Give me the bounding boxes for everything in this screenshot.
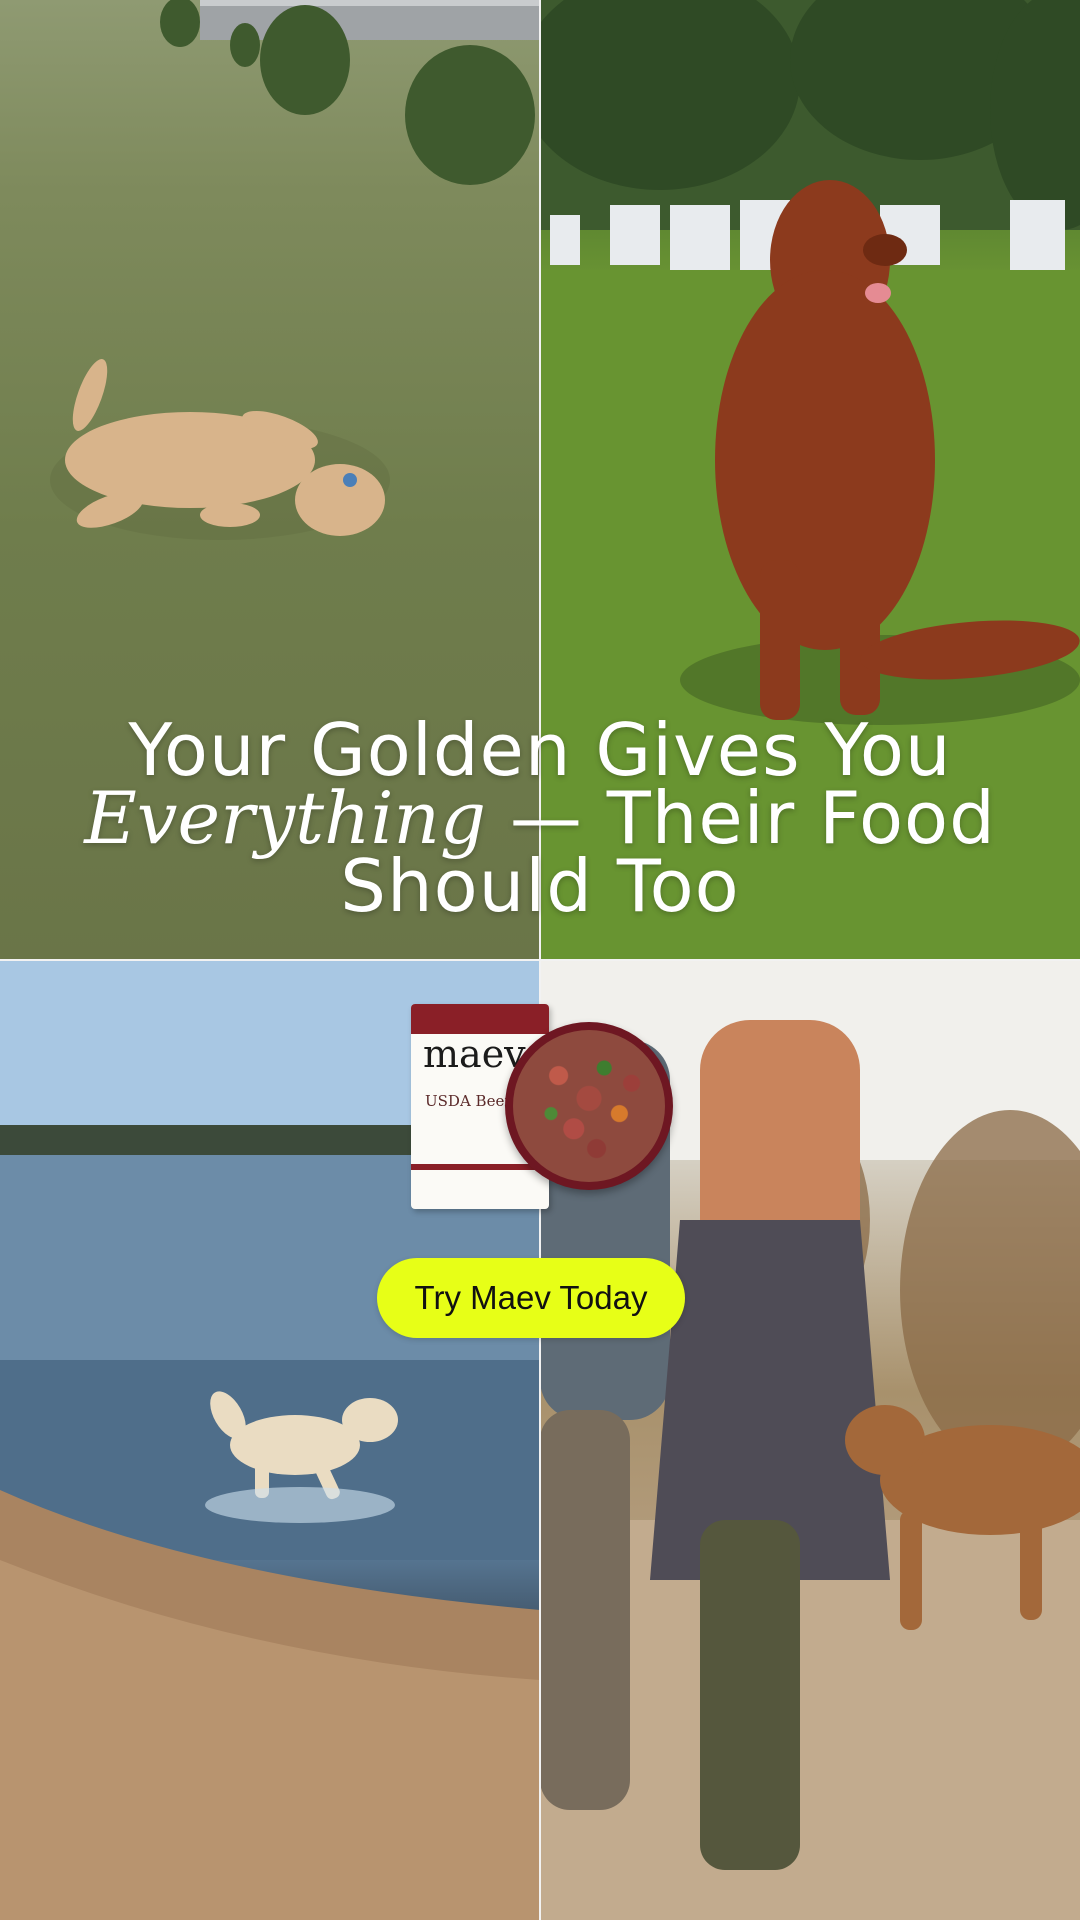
grid-divider-horizontal <box>0 959 1080 961</box>
bag-brand: maev <box>423 1032 526 1076</box>
headline-line-2: Everything — Their Food <box>60 782 1020 854</box>
food-bowl <box>505 1022 673 1190</box>
bag-label: USDA Beef <box>425 1092 510 1110</box>
product-image: maev USDA Beef <box>405 1000 675 1220</box>
headline: Your Golden Gives You Everything — Their… <box>60 708 1020 928</box>
headline-line-3: Should Too <box>340 844 740 928</box>
try-maev-button[interactable]: Try Maev Today <box>377 1258 685 1338</box>
headline-line-1: Your Golden Gives You <box>128 708 952 792</box>
